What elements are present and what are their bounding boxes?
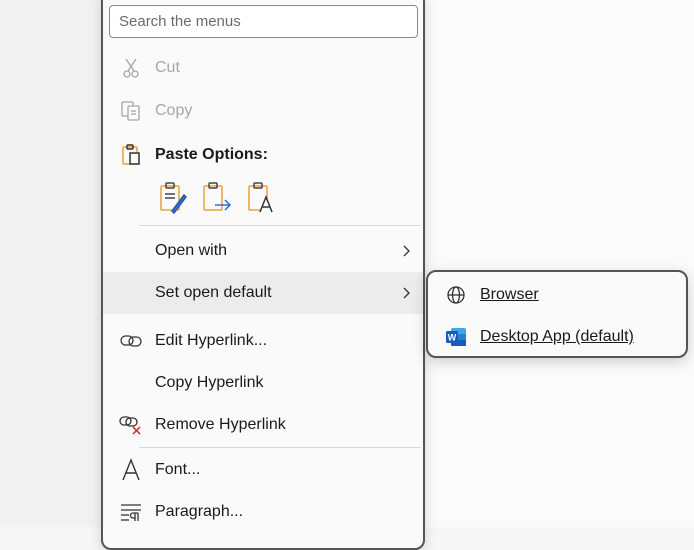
menu-item-paragraph[interactable]: Paragraph...	[103, 492, 423, 532]
menu-item-label: Paragraph...	[155, 503, 244, 520]
globe-icon	[444, 283, 468, 307]
menu-item-copy[interactable]: Copy	[103, 91, 423, 131]
copy-icon	[119, 99, 143, 123]
menu-item-label: Copy Hyperlink	[155, 374, 264, 391]
menu-item-edit-hyperlink[interactable]: Edit Hyperlink...	[103, 321, 423, 361]
submenu-item-label: Browser	[480, 286, 539, 303]
menu-separator	[139, 225, 421, 226]
submenu-item-label: Desktop App (default)	[480, 328, 634, 345]
font-icon	[119, 458, 143, 482]
submenu-open-default: Browser W Desktop App (default)	[426, 270, 688, 358]
menu-item-font[interactable]: Font...	[103, 450, 423, 490]
paste-options-row	[157, 180, 282, 220]
paste-keep-text-only-icon[interactable]	[245, 180, 277, 216]
remove-link-icon	[119, 413, 143, 437]
menu-item-label: Paste Options:	[155, 146, 268, 163]
menu-item-label: Copy	[155, 102, 193, 119]
menu-item-open-with[interactable]: Open with	[103, 231, 423, 271]
paste-merge-formatting-icon[interactable]	[201, 180, 233, 216]
menu-item-label: Edit Hyperlink...	[155, 332, 268, 349]
chevron-right-icon	[399, 286, 413, 300]
word-app-icon: W	[444, 325, 468, 349]
background-right	[426, 0, 694, 527]
scissors-icon	[119, 56, 143, 80]
menu-item-label: Remove Hyperlink	[155, 416, 286, 433]
menu-separator	[139, 447, 421, 448]
search-menus-input[interactable]	[109, 5, 418, 38]
menu-item-label: Open with	[155, 242, 228, 259]
submenu-item-desktop-app[interactable]: W Desktop App (default)	[428, 317, 686, 357]
menu-item-set-open-default[interactable]: Set open default	[103, 272, 423, 314]
menu-item-cut[interactable]: Cut	[103, 48, 423, 88]
menu-item-remove-hyperlink[interactable]: Remove Hyperlink	[103, 405, 423, 445]
context-menu: Cut Copy Paste Options:	[101, 0, 425, 550]
paragraph-icon	[119, 500, 143, 524]
paste-keep-source-formatting-icon[interactable]	[157, 180, 189, 216]
menu-item-label: Font...	[155, 461, 201, 478]
menu-item-paste-options: Paste Options:	[103, 135, 423, 175]
menu-item-copy-hyperlink[interactable]: Copy Hyperlink	[103, 363, 423, 403]
link-icon	[119, 329, 143, 353]
menu-item-label: Cut	[155, 59, 180, 76]
submenu-item-browser[interactable]: Browser	[428, 275, 686, 315]
chevron-right-icon	[399, 244, 413, 258]
svg-text:W: W	[448, 333, 457, 343]
background-left	[0, 0, 105, 527]
menu-item-label: Set open default	[155, 284, 272, 301]
clipboard-icon	[119, 143, 143, 167]
